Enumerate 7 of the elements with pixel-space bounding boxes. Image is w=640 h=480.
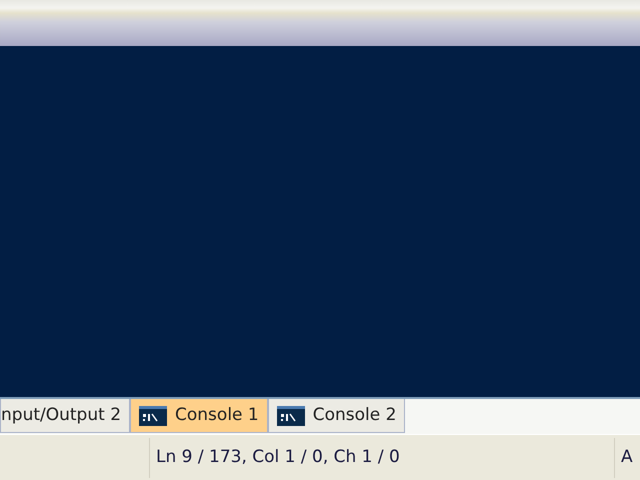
console-icon [276, 406, 305, 426]
cursor-position: Ln 9 / 173, Col 1 / 0, Ch 1 / 0 [150, 438, 615, 478]
tab[interactable]: Console 2 [268, 399, 406, 433]
status-text: A [620, 446, 634, 469]
console-icon [139, 406, 168, 426]
tab[interactable]: nput/Output 2 [0, 399, 130, 433]
tab[interactable]: Console 1 [130, 399, 268, 433]
